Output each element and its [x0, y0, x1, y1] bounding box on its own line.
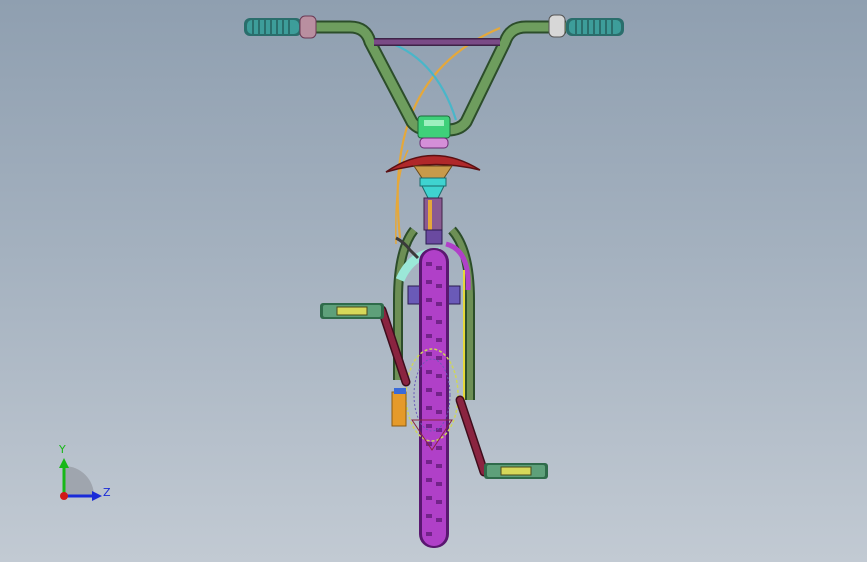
3d-viewport[interactable]: Y Z: [0, 0, 867, 562]
stem[interactable]: [417, 115, 451, 149]
y-axis-arrow-icon: [59, 458, 69, 468]
left-pedal[interactable]: [320, 303, 384, 319]
orange-bracket: [391, 391, 407, 427]
right-crank[interactable]: [455, 395, 489, 477]
z-axis-label: Z: [103, 486, 111, 499]
headset[interactable]: [413, 165, 453, 231]
y-axis-label: Y: [59, 443, 66, 456]
right-pedal[interactable]: [484, 463, 548, 479]
front-tire[interactable]: [419, 248, 449, 548]
z-axis-arrow-icon: [92, 491, 102, 501]
triad-plane-icon: [64, 466, 94, 496]
bmx-bike-model[interactable]: [0, 0, 867, 562]
origin-dot-icon: [60, 492, 68, 500]
right-grip[interactable]: [548, 14, 624, 38]
blue-ring: [394, 388, 406, 394]
left-grip[interactable]: [244, 15, 317, 39]
